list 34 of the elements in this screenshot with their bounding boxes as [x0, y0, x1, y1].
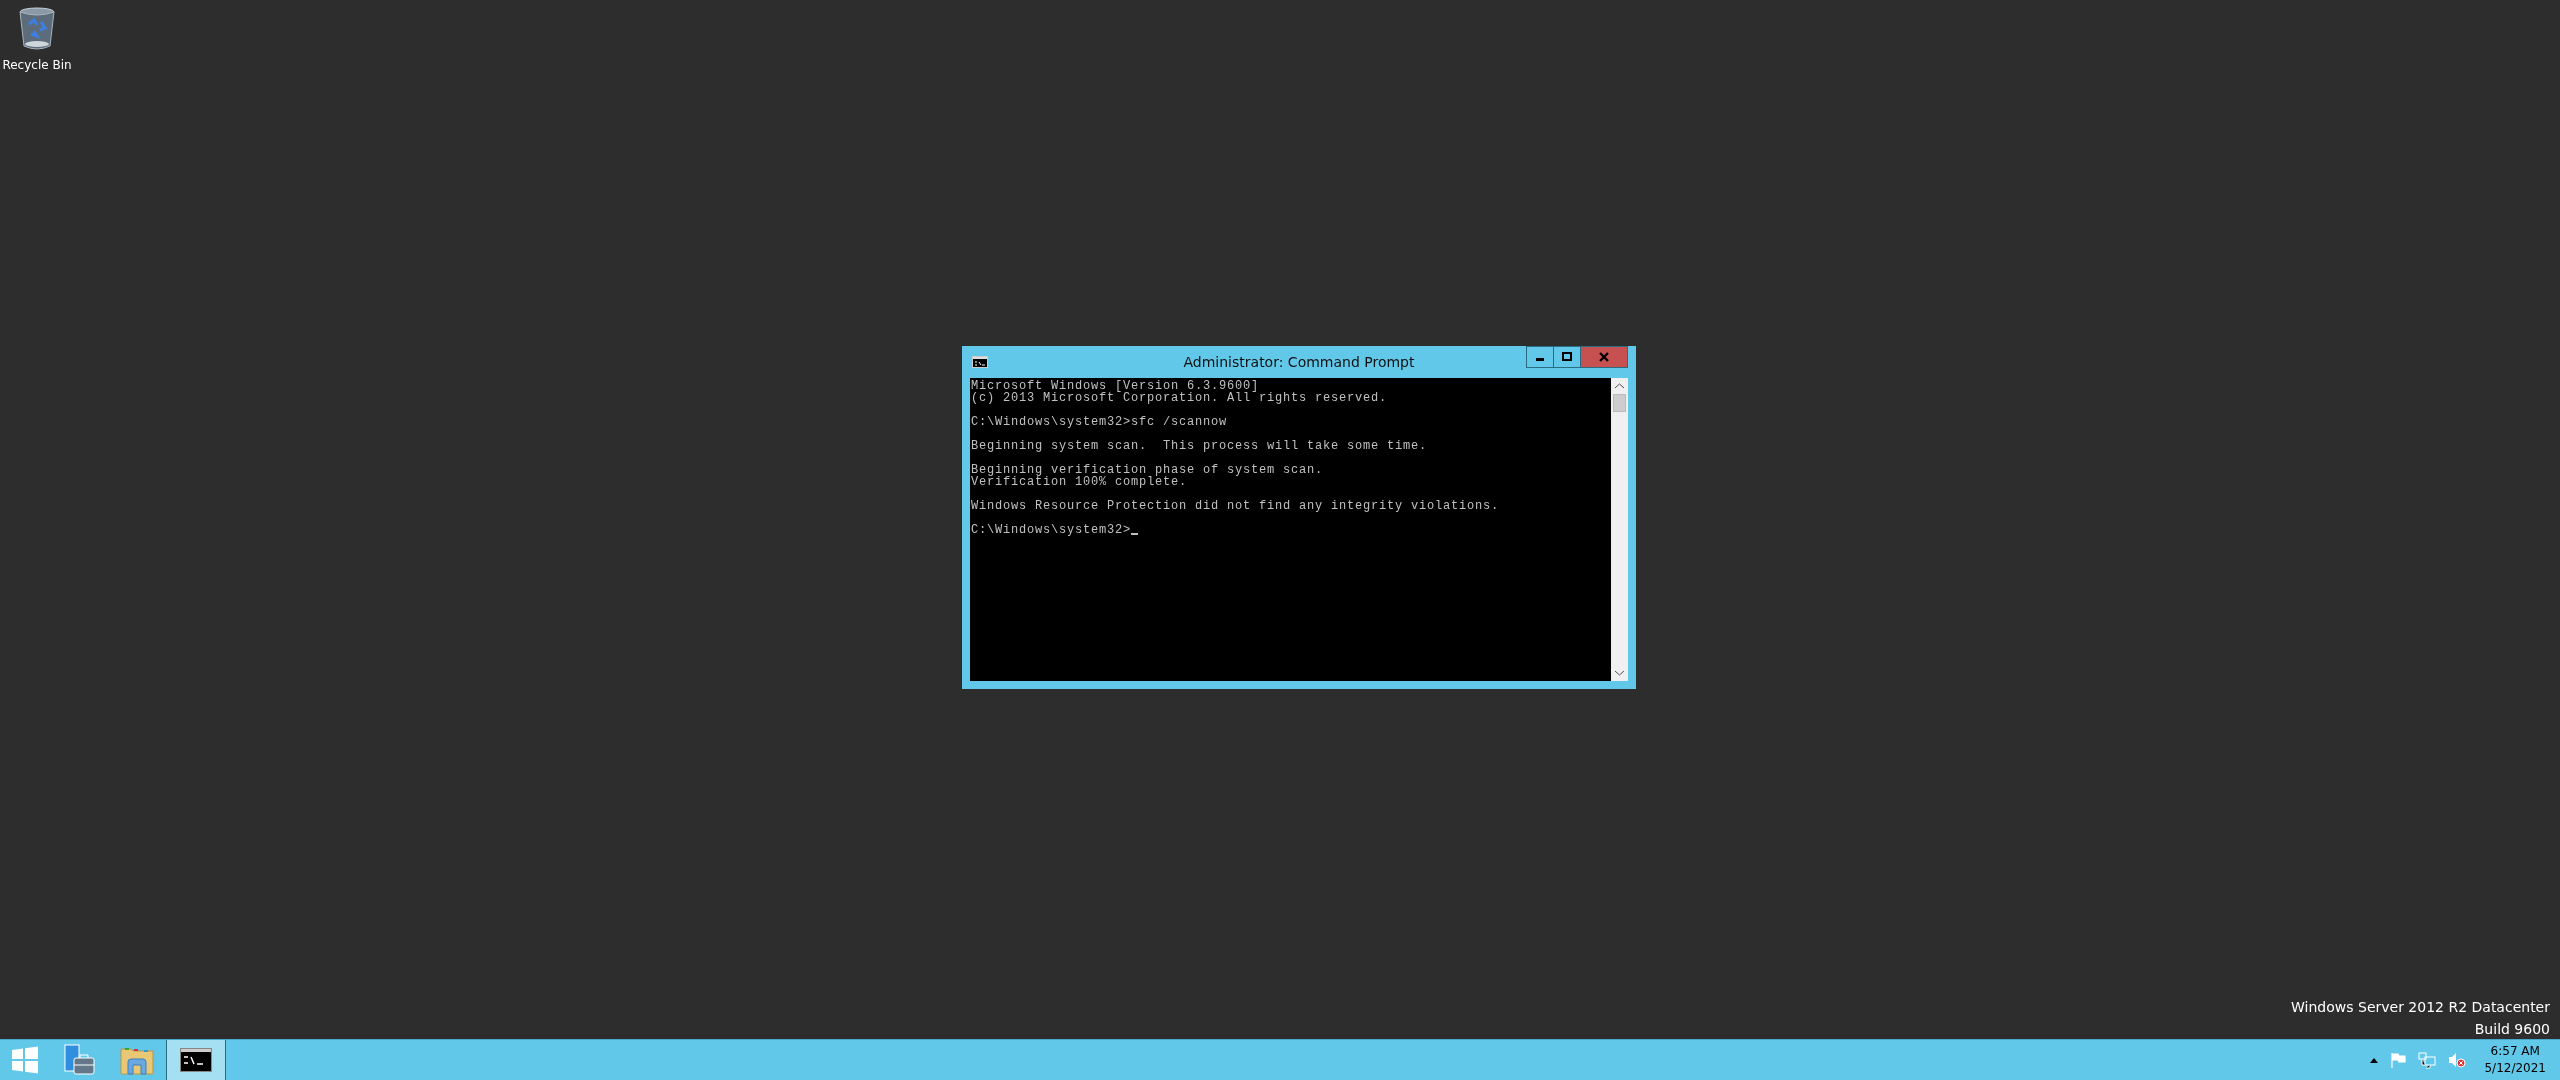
window-title: Administrator: Command Prompt [1183, 354, 1415, 370]
console-line: C:\Windows\system32> [971, 524, 1132, 536]
taskbar-app-button[interactable] [166, 1040, 226, 1080]
clock-date: 5/12/2021 [2484, 1060, 2546, 1077]
server-toolbox-icon [62, 1044, 96, 1076]
close-icon [1599, 352, 1609, 362]
show-hidden-icons-icon[interactable] [2370, 1057, 2379, 1063]
maximize-icon [1562, 352, 1572, 362]
scroll-up-icon[interactable] [1614, 382, 1625, 390]
console-icon [180, 1048, 212, 1072]
clock-time: 6:57 AM [2490, 1043, 2540, 1060]
console-line: Beginning verification phase of system scan. [971, 464, 1324, 476]
scroll-thumb[interactable] [1613, 394, 1626, 412]
console-line: Verification 100% complete. [971, 476, 1188, 488]
muted-speaker-icon[interactable] [2448, 1051, 2467, 1069]
close-button[interactable] [1580, 346, 1628, 368]
console-icon [972, 356, 988, 368]
maximize-button[interactable] [1553, 346, 1581, 368]
console-line: Microsoft Windows [Version 6.3.9600] [971, 380, 1260, 392]
clock[interactable]: 6:57 AM 5/12/2021 [2484, 1043, 2546, 1077]
os-edition-text: Windows Server 2012 R2 Datacenter [2291, 999, 2550, 1015]
scroll-down-icon[interactable] [1614, 669, 1625, 677]
console-line: Beginning system scan. This process will take some time. [971, 440, 1428, 452]
console-line: (c) 2013 Microsoft Corporation. All rights reserved. [971, 392, 1388, 404]
os-edition-text: Build 9600 [2474, 1021, 2550, 1037]
network-icon[interactable] [2418, 1051, 2437, 1069]
console-line: C:\Windows\system32>sfc /scannow [971, 416, 1228, 428]
minimize-button[interactable] [1526, 346, 1554, 368]
recycle-bin-icon[interactable] [17, 6, 57, 52]
desktop-icon-label: Recycle Bin [2, 58, 72, 72]
folder-icon [120, 1045, 154, 1075]
windows-logo-icon [11, 1046, 39, 1074]
scrollbar[interactable] [1611, 378, 1628, 681]
console-line: Windows Resource Protection did not find any integrity violations. [971, 500, 1500, 512]
